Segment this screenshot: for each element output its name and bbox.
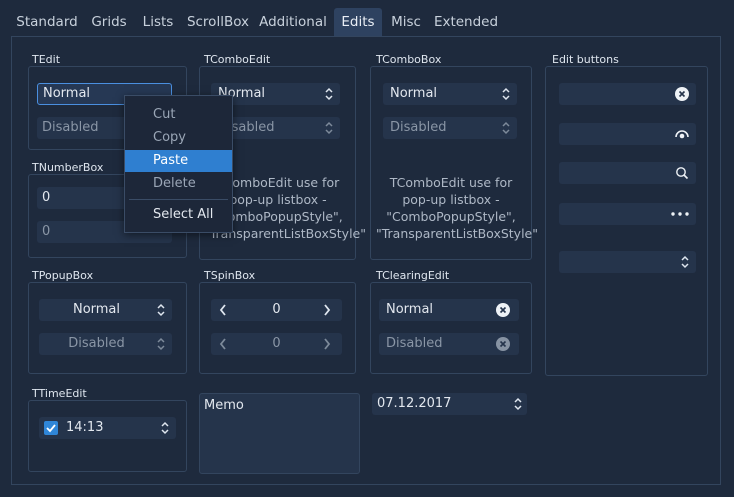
menu-item-copy[interactable]: Copy [125, 127, 232, 149]
ttimeedit-label: TTimeEdit [32, 387, 87, 400]
ttimeedit-value: 14:13 [66, 420, 104, 435]
chevron-left-icon [219, 338, 226, 350]
tab-scrollbox[interactable]: ScrollBox [184, 8, 252, 36]
chevron-right-icon[interactable] [323, 304, 331, 316]
spin-arrows-icon[interactable] [680, 254, 690, 270]
ttimeedit-input[interactable]: 14:13 [39, 417, 176, 439]
tclearingedit-label: TClearingEdit [376, 269, 450, 282]
updown-arrows-icon[interactable] [501, 86, 511, 102]
search-icon[interactable] [675, 166, 689, 180]
tedit-disabled-text: Disabled [42, 120, 99, 135]
memo[interactable]: Memo [199, 393, 360, 474]
edit-clear-field[interactable] [559, 83, 696, 105]
tclearingedit-group [370, 282, 532, 374]
tcombobox-disabled: Disabled [383, 117, 517, 139]
tcombobox-note: TComboEdit use for pop-up listbox - "Com… [376, 175, 538, 241]
edit-spin-field[interactable] [559, 251, 696, 273]
tpopupbox-group [28, 282, 187, 374]
menu-item-cut[interactable]: Cut [125, 104, 232, 126]
tspinbox-disabled-value: 0 [272, 336, 281, 351]
tnumberbox-value: 0 [42, 190, 51, 205]
tedit-normal-text: Normal [43, 86, 91, 101]
tcombobox-label: TComboBox [376, 53, 442, 66]
tcombobox-normal-text: Normal [390, 86, 438, 101]
tclearingedit-normal[interactable]: Normal [379, 299, 519, 321]
tspinbox-value: 0 [272, 302, 281, 317]
menu-item-paste[interactable]: Paste [125, 150, 232, 172]
tspinbox-label: TSpinBox [204, 269, 256, 282]
date-edit-value: 07.12.2017 [377, 396, 452, 411]
tab-edits[interactable]: Edits [334, 8, 382, 36]
edit-password-field[interactable] [559, 123, 696, 145]
menu-item-select-all[interactable]: Select All [125, 204, 232, 226]
password-eye-icon[interactable] [675, 128, 689, 140]
tspinbox-disabled: 0 [211, 333, 342, 355]
tnumberbox-label: TNumberBox [32, 161, 104, 174]
edit-search-field[interactable] [559, 162, 696, 184]
tab-grids[interactable]: Grids [86, 8, 132, 36]
tab-additional[interactable]: Additional [258, 8, 328, 36]
tab-bar: Standard Grids Lists ScrollBox Additiona… [0, 8, 734, 36]
tedit-label: TEdit [32, 53, 61, 66]
tab-misc[interactable]: Misc [387, 8, 425, 36]
tcomboedit-label: TComboEdit [204, 53, 271, 66]
memo-text: Memo [204, 398, 244, 413]
tab-lists[interactable]: Lists [138, 8, 178, 36]
date-edit[interactable]: 07.12.2017 [372, 393, 527, 415]
tnumberbox-disabled-value: 0 [42, 224, 51, 239]
tclearingedit-disabled: Disabled [379, 333, 519, 355]
tcombobox-normal[interactable]: Normal [383, 83, 517, 105]
ellipsis-icon[interactable] [670, 212, 690, 216]
updown-arrows-icon [502, 121, 510, 135]
chevron-right-icon [324, 338, 331, 350]
tpopupbox-normal[interactable]: Normal [39, 299, 172, 321]
tpopupbox-disabled-text: Disabled [68, 336, 125, 351]
tab-standard[interactable]: Standard [13, 8, 81, 36]
checkbox[interactable] [44, 421, 58, 435]
tpopupbox-disabled: Disabled [39, 333, 172, 355]
clear-icon[interactable] [675, 87, 689, 101]
checkmark-icon [46, 424, 56, 433]
menu-separator [129, 199, 228, 200]
updown-arrows-icon [157, 303, 165, 317]
tclearingedit-disabled-text: Disabled [386, 336, 443, 351]
clear-icon [496, 337, 510, 351]
updown-arrows-icon[interactable] [324, 86, 334, 102]
chevron-left-icon[interactable] [219, 304, 227, 316]
tspinbox-normal[interactable]: 0 [211, 299, 342, 321]
context-menu: Cut Copy Paste Delete Select All [124, 95, 233, 233]
edit-ellipsis-field[interactable] [559, 203, 696, 225]
edit-buttons-label: Edit buttons [552, 53, 619, 66]
updown-arrows-icon [157, 337, 165, 351]
tclearingedit-normal-text: Normal [386, 302, 434, 317]
menu-item-delete[interactable]: Delete [125, 173, 232, 195]
tspinbox-group [199, 282, 356, 374]
updown-arrows-icon[interactable] [513, 396, 523, 412]
updown-arrows-icon[interactable] [160, 420, 170, 436]
clear-icon[interactable] [496, 303, 510, 317]
tab-extended[interactable]: Extended [432, 8, 500, 36]
tpopupbox-normal-text: Normal [72, 302, 121, 317]
updown-arrows-icon [325, 121, 333, 135]
tcombobox-disabled-text: Disabled [390, 120, 447, 135]
tpopupbox-label: TPopupBox [32, 269, 94, 282]
